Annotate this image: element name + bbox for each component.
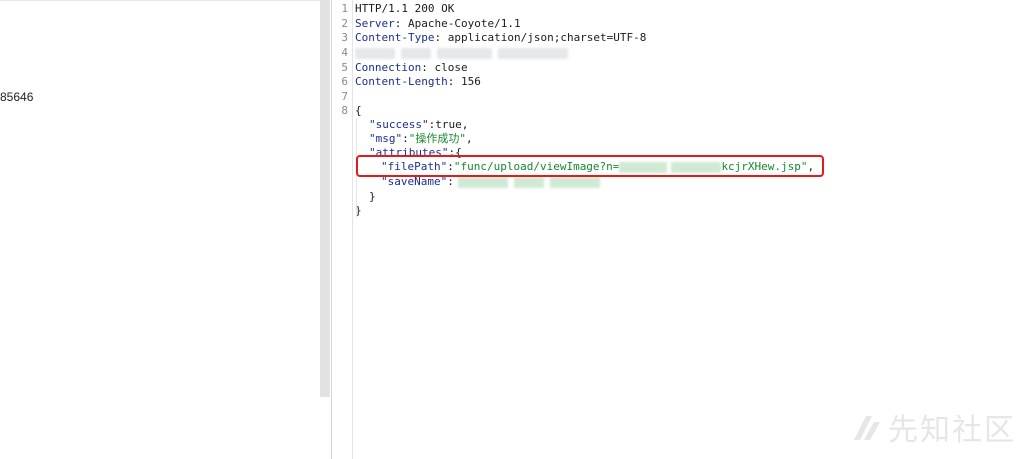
redaction-blur xyxy=(457,176,508,188)
header-line: Connection: close xyxy=(355,61,468,74)
redaction-blur xyxy=(437,47,492,59)
header-value: Apache-Coyote/1.1 xyxy=(408,17,521,30)
screen: 85646 1 2 3 4 5 6 7 8 HTTP/1.1 200 OK Se… xyxy=(0,0,1032,459)
redaction-blur xyxy=(549,176,600,188)
request-pane-scrollbar[interactable] xyxy=(320,0,330,397)
json-key: "msg" xyxy=(369,132,403,145)
xianzhi-logo-icon xyxy=(854,416,880,440)
watermark-text: 先知社区 xyxy=(888,413,1016,448)
response-editor[interactable]: 1 2 3 4 5 6 7 8 HTTP/1.1 200 OK Server: … xyxy=(332,0,1032,459)
json-line-msg: "msg":"操作成功", xyxy=(369,132,473,145)
line-number-gutter: 1 2 3 4 5 6 7 8 xyxy=(332,0,353,459)
redaction-blur xyxy=(401,47,431,59)
status-line: HTTP/1.1 200 OK xyxy=(355,2,454,16)
line-number: 2 xyxy=(341,17,348,30)
json-value: "操作成功" xyxy=(408,132,466,145)
line-number: 7 xyxy=(341,90,348,103)
header-line: Server: Apache-Coyote/1.1 xyxy=(355,17,521,30)
header-value: close xyxy=(434,61,468,74)
line-number: 1 xyxy=(341,2,348,15)
header-value: 156 xyxy=(460,75,481,88)
header-key: Connection xyxy=(355,61,422,74)
status-line-text: HTTP/1.1 200 OK xyxy=(355,2,455,15)
watermark: 先知社区 xyxy=(852,405,1016,449)
redacted-header-line xyxy=(355,46,568,60)
json-inner-close: } xyxy=(369,190,376,203)
line-number: 8 xyxy=(341,104,348,117)
filepath-highlight-box xyxy=(356,155,824,177)
json-line-success: "success":true, xyxy=(369,118,469,131)
redaction-blur xyxy=(355,47,395,59)
json-open-brace: { xyxy=(355,104,362,117)
request-pane[interactable]: 85646 xyxy=(0,0,320,459)
redaction-blur xyxy=(498,47,568,59)
header-key: Content-Length xyxy=(355,75,448,88)
line-number: 5 xyxy=(341,61,348,74)
json-value: true, xyxy=(435,118,469,131)
request-text-fragment: 85646 xyxy=(0,90,34,104)
header-line: Content-Length: 156 xyxy=(355,75,481,88)
line-number: 6 xyxy=(341,75,348,88)
line-number: 4 xyxy=(341,46,348,59)
header-key: Content-Type xyxy=(355,31,435,44)
header-key: Server xyxy=(355,17,395,30)
json-line-savename: "saveName": xyxy=(381,175,600,189)
redaction-blur xyxy=(513,176,544,188)
line-number: 3 xyxy=(341,31,348,44)
header-line: Content-Type: application/json;charset=U… xyxy=(355,31,647,44)
json-key: "success" xyxy=(369,118,429,131)
header-value: application/json;charset=UTF-8 xyxy=(447,31,647,44)
left-pane-divider xyxy=(0,0,320,1)
